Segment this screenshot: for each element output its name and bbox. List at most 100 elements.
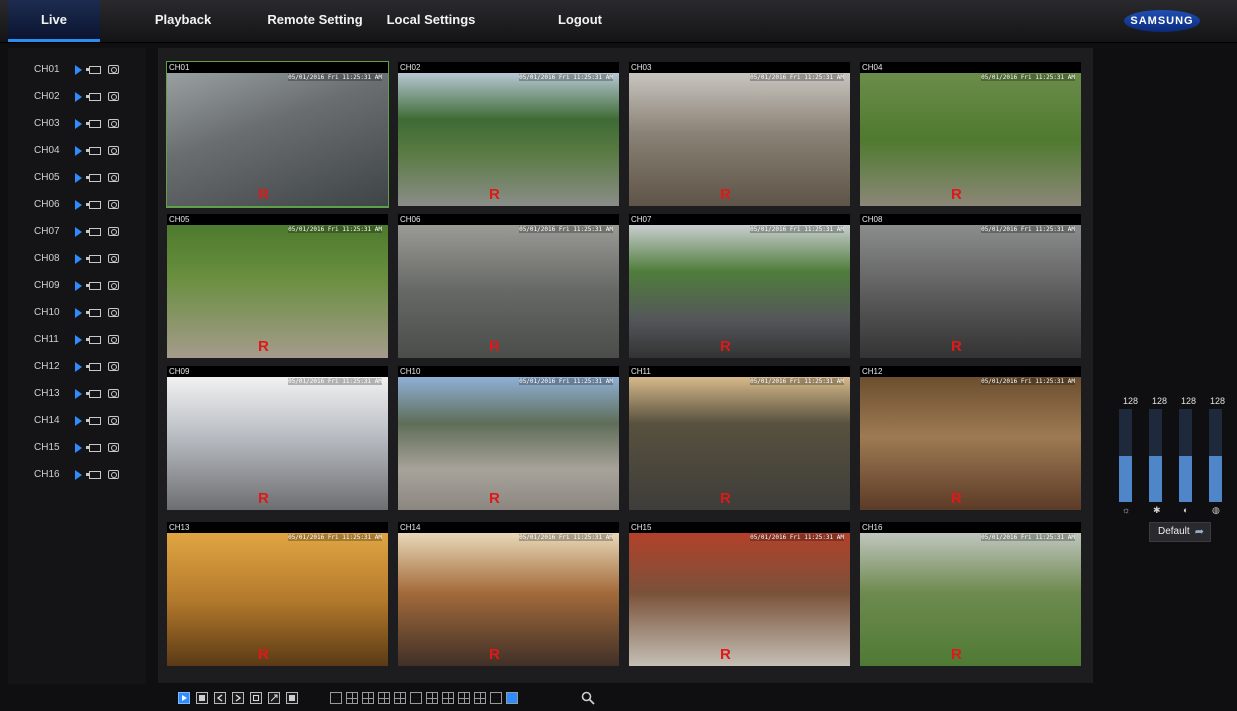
channel-row-ch16[interactable]: CH16 <box>34 467 144 483</box>
record-icon[interactable] <box>86 228 101 236</box>
nav-playback[interactable]: Playback <box>146 0 220 42</box>
record-icon[interactable] <box>86 417 101 425</box>
snapshot-icon[interactable] <box>108 92 119 101</box>
previous-group-icon[interactable] <box>214 692 226 704</box>
video-cell-ch03[interactable]: CH03 05/01/2016 Fri 11:25:31 AM R <box>629 62 850 207</box>
channel-row-ch07[interactable]: CH07 <box>34 224 144 240</box>
channel-row-ch12[interactable]: CH12 <box>34 359 144 375</box>
layout-9-icon[interactable] <box>394 692 406 704</box>
video-cell-ch02[interactable]: CH02 05/01/2016 Fri 11:25:31 AM R <box>398 62 619 207</box>
layout-6-icon[interactable] <box>362 692 374 704</box>
video-cell-ch14[interactable]: CH14 05/01/2016 Fri 11:25:31 AM R <box>398 522 619 667</box>
snapshot-icon[interactable] <box>108 227 119 236</box>
channel-row-ch03[interactable]: CH03 <box>34 116 144 132</box>
play-channel-icon[interactable] <box>75 65 82 75</box>
video-cell-ch11[interactable]: CH11 05/01/2016 Fri 11:25:31 AM R <box>629 366 850 511</box>
video-cell-ch08[interactable]: CH08 05/01/2016 Fri 11:25:31 AM R <box>860 214 1081 359</box>
record-icon[interactable] <box>86 336 101 344</box>
snapshot-icon[interactable] <box>108 173 119 182</box>
snapshot-icon[interactable] <box>108 254 119 263</box>
nav-logout[interactable]: Logout <box>548 0 612 42</box>
layout-25-icon[interactable] <box>474 692 486 704</box>
channel-row-ch11[interactable]: CH11 <box>34 332 144 348</box>
play-channel-icon[interactable] <box>75 254 82 264</box>
snapshot-icon[interactable] <box>108 281 119 290</box>
video-cell-ch04[interactable]: CH04 05/01/2016 Fri 11:25:31 AM R <box>860 62 1081 207</box>
stop-icon[interactable] <box>196 692 208 704</box>
video-cell-ch13[interactable]: CH13 05/01/2016 Fri 11:25:31 AM R <box>167 522 388 667</box>
play-icon[interactable] <box>178 692 190 704</box>
record-icon[interactable] <box>86 147 101 155</box>
channel-row-ch14[interactable]: CH14 <box>34 413 144 429</box>
record-icon[interactable] <box>86 255 101 263</box>
nav-remote-setting[interactable]: Remote Setting <box>262 0 368 42</box>
channel-row-ch08[interactable]: CH08 <box>34 251 144 267</box>
snapshot-icon[interactable] <box>108 416 119 425</box>
fullscreen-icon[interactable] <box>268 692 280 704</box>
play-channel-icon[interactable] <box>75 92 82 102</box>
record-icon[interactable] <box>86 471 101 479</box>
play-channel-icon[interactable] <box>75 119 82 129</box>
snapshot-icon[interactable] <box>108 470 119 479</box>
hue-slider[interactable] <box>1149 409 1162 502</box>
play-channel-icon[interactable] <box>75 281 82 291</box>
search-icon[interactable] <box>580 690 596 706</box>
layout-1-icon[interactable] <box>330 692 342 704</box>
record-icon[interactable] <box>86 66 101 74</box>
channel-row-ch10[interactable]: CH10 <box>34 305 144 321</box>
play-channel-icon[interactable] <box>75 389 82 399</box>
contrast-slider[interactable] <box>1179 409 1192 502</box>
channel-row-ch09[interactable]: CH09 <box>34 278 144 294</box>
layout-20-icon[interactable] <box>458 692 470 704</box>
video-cell-ch10[interactable]: CH10 05/01/2016 Fri 11:25:31 AM R <box>398 366 619 511</box>
video-cell-ch12[interactable]: CH12 05/01/2016 Fri 11:25:31 AM R <box>860 366 1081 511</box>
channel-row-ch15[interactable]: CH15 <box>34 440 144 456</box>
layout-16a-icon[interactable] <box>442 692 454 704</box>
play-channel-icon[interactable] <box>75 443 82 453</box>
record-icon[interactable] <box>86 174 101 182</box>
play-channel-icon[interactable] <box>75 335 82 345</box>
layout-custom-icon[interactable] <box>490 692 502 704</box>
record-icon[interactable] <box>86 93 101 101</box>
layout-8-icon[interactable] <box>378 692 390 704</box>
record-icon[interactable] <box>86 390 101 398</box>
nav-local-settings[interactable]: Local Settings <box>376 0 486 42</box>
layout-13-icon[interactable] <box>426 692 438 704</box>
saturation-slider[interactable] <box>1209 409 1222 502</box>
layout-10-icon[interactable] <box>410 692 422 704</box>
video-cell-ch05[interactable]: CH05 05/01/2016 Fri 11:25:31 AM R <box>167 214 388 359</box>
brightness-slider[interactable] <box>1119 409 1132 502</box>
play-channel-icon[interactable] <box>75 173 82 183</box>
snapshot-icon[interactable] <box>108 362 119 371</box>
snapshot-icon[interactable] <box>108 65 119 74</box>
channel-row-ch04[interactable]: CH04 <box>34 143 144 159</box>
play-channel-icon[interactable] <box>75 200 82 210</box>
default-button[interactable]: Default ➦ <box>1149 522 1211 542</box>
record-icon[interactable] <box>86 363 101 371</box>
snapshot-icon[interactable] <box>108 443 119 452</box>
play-channel-icon[interactable] <box>75 416 82 426</box>
sequence-icon[interactable] <box>286 692 298 704</box>
video-cell-ch01[interactable]: CH01 05/01/2016 Fri 11:25:31 AM R <box>166 61 389 208</box>
snapshot-icon[interactable] <box>108 146 119 155</box>
record-icon[interactable] <box>86 282 101 290</box>
video-cell-ch06[interactable]: CH06 05/01/2016 Fri 11:25:31 AM R <box>398 214 619 359</box>
channel-row-ch13[interactable]: CH13 <box>34 386 144 402</box>
zoom-region-icon[interactable] <box>250 692 262 704</box>
video-cell-ch09[interactable]: CH09 05/01/2016 Fri 11:25:31 AM R <box>167 366 388 511</box>
record-icon[interactable] <box>86 120 101 128</box>
nav-live[interactable]: Live <box>8 0 100 42</box>
play-channel-icon[interactable] <box>75 470 82 480</box>
snapshot-icon[interactable] <box>108 200 119 209</box>
play-channel-icon[interactable] <box>75 362 82 372</box>
layout-4-icon[interactable] <box>346 692 358 704</box>
snapshot-icon[interactable] <box>108 389 119 398</box>
snapshot-icon[interactable] <box>108 308 119 317</box>
channel-row-ch01[interactable]: CH01 <box>34 62 144 78</box>
record-icon[interactable] <box>86 309 101 317</box>
layout-16-icon[interactable] <box>506 692 518 704</box>
play-channel-icon[interactable] <box>75 227 82 237</box>
snapshot-icon[interactable] <box>108 119 119 128</box>
record-icon[interactable] <box>86 444 101 452</box>
play-channel-icon[interactable] <box>75 308 82 318</box>
